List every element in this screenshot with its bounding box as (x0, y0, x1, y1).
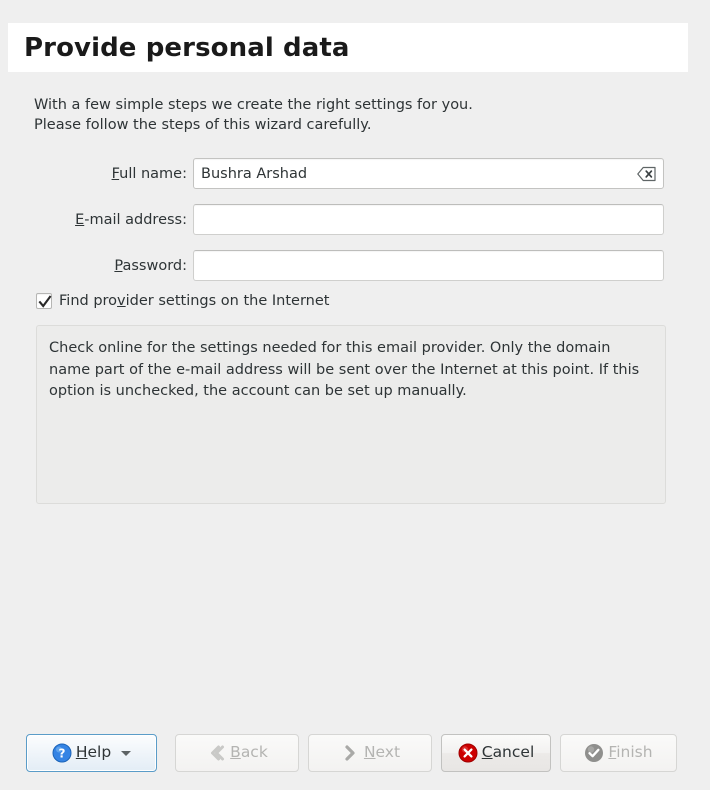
label-password: Password: (0, 258, 193, 274)
chevron-left-icon (206, 743, 226, 763)
svg-text:?: ? (58, 747, 65, 761)
page-title: Provide personal data (24, 32, 350, 63)
form-row-full-name: Full name: (0, 158, 710, 189)
chevron-down-icon[interactable] (121, 750, 132, 756)
field-wrap-password (193, 250, 664, 281)
find-provider-settings-checkbox-row[interactable]: Find provider settings on the Internet (36, 293, 329, 309)
provider-settings-info-text: Check online for the settings needed for… (49, 340, 640, 399)
help-button-label: Help (76, 745, 111, 761)
label-text: ext (375, 743, 401, 762)
find-provider-settings-checkbox[interactable] (36, 293, 52, 309)
field-wrap-email-address (193, 204, 664, 235)
next-button[interactable]: Next (308, 734, 432, 772)
cancel-x-icon (458, 743, 478, 763)
label-full-name: Full name: (0, 166, 193, 182)
label-email-address: E-mail address: (0, 212, 193, 228)
label-text-post: ider settings on the Internet (125, 293, 330, 309)
form-row-password: Password: (0, 250, 710, 281)
label-text-pre: Find pro (59, 293, 118, 309)
back-button[interactable]: Back (175, 734, 299, 772)
mnemonic-letter: E (75, 211, 85, 228)
label-text: ancel (492, 743, 535, 762)
checkmark-icon (38, 295, 52, 308)
mnemonic-letter: H (75, 743, 88, 762)
mnemonic-letter: F (111, 165, 120, 182)
field-wrap-full-name (193, 158, 664, 189)
page-header-banner: Provide personal data (8, 23, 688, 72)
label-text: -mail address: (84, 211, 187, 228)
label-text: ull name: (119, 165, 187, 182)
next-button-label: Next (364, 745, 400, 761)
finish-button-label: Finish (608, 745, 652, 761)
clear-text-icon[interactable] (637, 166, 656, 181)
cancel-button[interactable]: Cancel (441, 734, 551, 772)
password-input[interactable] (193, 250, 664, 281)
find-provider-settings-label: Find provider settings on the Internet (59, 293, 329, 309)
label-text: inish (616, 743, 653, 762)
back-button-label: Back (230, 745, 268, 761)
intro-description: With a few simple steps we create the ri… (34, 97, 473, 133)
mnemonic-letter: v (117, 293, 126, 309)
mnemonic-letter: C (481, 743, 493, 762)
help-button[interactable]: ? Help (26, 734, 157, 772)
label-text: ack (240, 743, 268, 762)
check-circle-icon (584, 743, 604, 763)
provider-settings-info-frame: Check online for the settings needed for… (36, 325, 666, 504)
personal-data-form: Full name: E-mail address: Password: (0, 158, 710, 296)
chevron-right-icon (340, 743, 360, 763)
form-row-email-address: E-mail address: (0, 204, 710, 235)
mnemonic-letter: B (230, 743, 241, 762)
label-text: assword: (122, 257, 187, 274)
mnemonic-letter: N (363, 743, 376, 762)
help-question-icon: ? (52, 743, 72, 763)
label-text: elp (87, 743, 112, 762)
cancel-button-label: Cancel (482, 745, 535, 761)
full-name-input[interactable] (193, 158, 664, 189)
email-address-input[interactable] (193, 204, 664, 235)
finish-button[interactable]: Finish (560, 734, 677, 772)
wizard-button-bar: ? Help Back Next Cancel Finish (0, 733, 710, 773)
